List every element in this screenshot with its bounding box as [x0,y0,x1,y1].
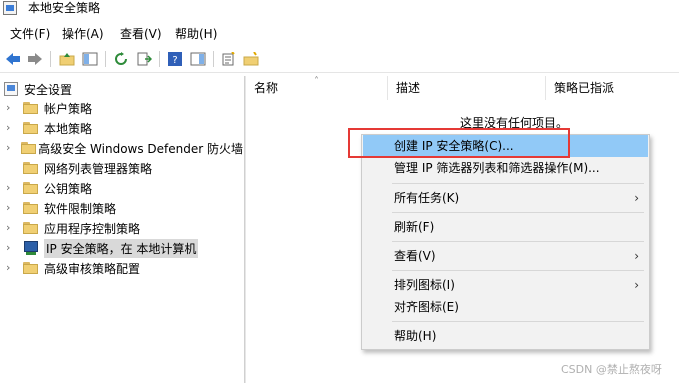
menu-item-view[interactable]: 查看(V) › [363,245,648,267]
svg-text:?: ? [172,55,177,66]
assign-policy-icon[interactable] [242,50,260,68]
context-menu: 创建 IP 安全策略(C)... 管理 IP 筛选器列表和筛选器操作(M)...… [361,134,650,350]
up-folder-icon[interactable] [58,50,76,68]
tree-item-local-policies[interactable]: › 本地策略 [6,118,243,138]
tree-item-account-policies[interactable]: › 帐户策略 [6,98,243,118]
tree-item-network-list-manager[interactable]: 网络列表管理器策略 [6,158,243,178]
folder-icon [23,202,38,214]
column-header-policy-assigned[interactable]: 策略已指派 [546,76,679,100]
submenu-arrow-icon: › [634,191,639,205]
annotation-highlight-box [348,128,570,158]
tree-item-defender-firewall[interactable]: › 高级安全 Windows Defender 防火墙 [6,138,243,158]
folder-icon [23,222,38,234]
help-icon[interactable]: ? [166,50,184,68]
menu-separator [392,270,644,271]
folder-icon [23,162,38,174]
column-header-name[interactable]: ˄ 名称 [246,76,388,100]
tree-item-label: 本地策略 [44,121,93,136]
menu-separator [392,241,644,242]
refresh-icon[interactable] [112,50,130,68]
menu-separator [392,183,644,184]
menu-bar: 文件(F) 操作(A) 查看(V) 帮助(H) [0,24,679,44]
tree-item-label: 网络列表管理器策略 [44,161,153,176]
tree-item-app-control[interactable]: › 应用程序控制策略 [6,218,243,238]
menu-item-label: 查看(V) [394,249,436,263]
folder-icon [23,182,38,194]
tree-item-ip-security[interactable]: › IP 安全策略，在 本地计算机 [6,238,243,258]
tree-item-public-key-policies[interactable]: › 公钥策略 [6,178,243,198]
app-icon [3,1,17,15]
menu-item-arrange-icons[interactable]: 排列图标(I) › [363,274,648,296]
menu-action[interactable]: 操作(A) [62,24,104,44]
submenu-arrow-icon: › [634,249,639,263]
chevron-right-icon[interactable]: › [6,202,16,214]
tree-item-label: IP 安全策略，在 本地计算机 [44,238,199,258]
folder-icon [23,122,38,134]
chevron-right-icon[interactable]: › [6,102,16,114]
toolbar-separator [213,51,214,67]
column-header-label: 名称 [254,81,279,95]
tree-item-label: 应用程序控制策略 [44,221,141,236]
security-settings-icon [4,82,18,96]
tree-item-advanced-audit[interactable]: › 高级审核策略配置 [6,258,243,278]
back-icon[interactable] [4,50,22,68]
create-policy-icon[interactable] [219,50,237,68]
chevron-right-icon[interactable]: › [6,242,16,254]
forward-icon[interactable] [26,50,44,68]
console-tree: 安全设置 › 帐户策略 › 本地策略 › 高级安全 Windows Defend… [0,76,243,383]
folder-icon [23,102,38,114]
watermark: CSDN @禁止熬夜呀 [561,363,662,376]
export-list-icon[interactable] [135,50,153,68]
chevron-right-icon[interactable]: › [6,122,16,134]
column-header-description[interactable]: 描述 [388,76,546,100]
menu-item-label: 排列图标(I) [394,278,455,292]
menu-item-all-tasks[interactable]: 所有任务(K) › [363,187,648,209]
menu-item-manage-filter-lists[interactable]: 管理 IP 筛选器列表和筛选器操作(M)... [363,157,648,179]
menu-view[interactable]: 查看(V) [120,24,162,44]
tree-item-label: 帐户策略 [44,101,93,116]
show-hide-action-pane-icon[interactable] [189,50,207,68]
menu-item-help[interactable]: 帮助(H) [363,325,648,347]
tree-root-label: 安全设置 [24,82,73,97]
toolbar: ? [0,46,679,73]
menu-help[interactable]: 帮助(H) [175,24,217,44]
chevron-placeholder [6,162,16,174]
column-header-label: 策略已指派 [554,81,615,95]
chevron-right-icon[interactable]: › [6,182,16,194]
show-hide-tree-icon[interactable] [81,50,99,68]
tree-item-label: 高级安全 Windows Defender 防火墙 [38,141,243,156]
folder-icon [23,262,38,274]
tree-item-label: 高级审核策略配置 [44,261,141,276]
chevron-right-icon[interactable]: › [6,262,16,274]
tree-root-security-settings[interactable]: 安全设置 [4,80,72,98]
ip-security-icon [23,241,39,255]
chevron-right-icon[interactable]: › [6,142,14,154]
submenu-arrow-icon: › [634,278,639,292]
sort-up-icon: ˄ [314,76,319,87]
menu-item-line-up-icons[interactable]: 对齐图标(E) [363,296,648,318]
menu-item-refresh[interactable]: 刷新(F) [363,216,648,238]
column-header-label: 描述 [396,81,421,95]
chevron-right-icon[interactable]: › [6,222,16,234]
tree-item-label: 软件限制策略 [44,201,117,216]
menu-item-label: 所有任务(K) [394,191,460,205]
menu-separator [392,321,644,322]
toolbar-separator [159,51,160,67]
folder-icon [20,142,36,154]
toolbar-separator [105,51,106,67]
tree-item-software-restriction[interactable]: › 软件限制策略 [6,198,243,218]
menu-separator [392,212,644,213]
toolbar-separator [50,51,51,67]
tree-item-label: 公钥策略 [44,181,93,196]
menu-file[interactable]: 文件(F) [10,24,50,44]
window-title: 本地安全策略 [28,1,101,15]
title-bar: 本地安全策略 [0,0,679,22]
